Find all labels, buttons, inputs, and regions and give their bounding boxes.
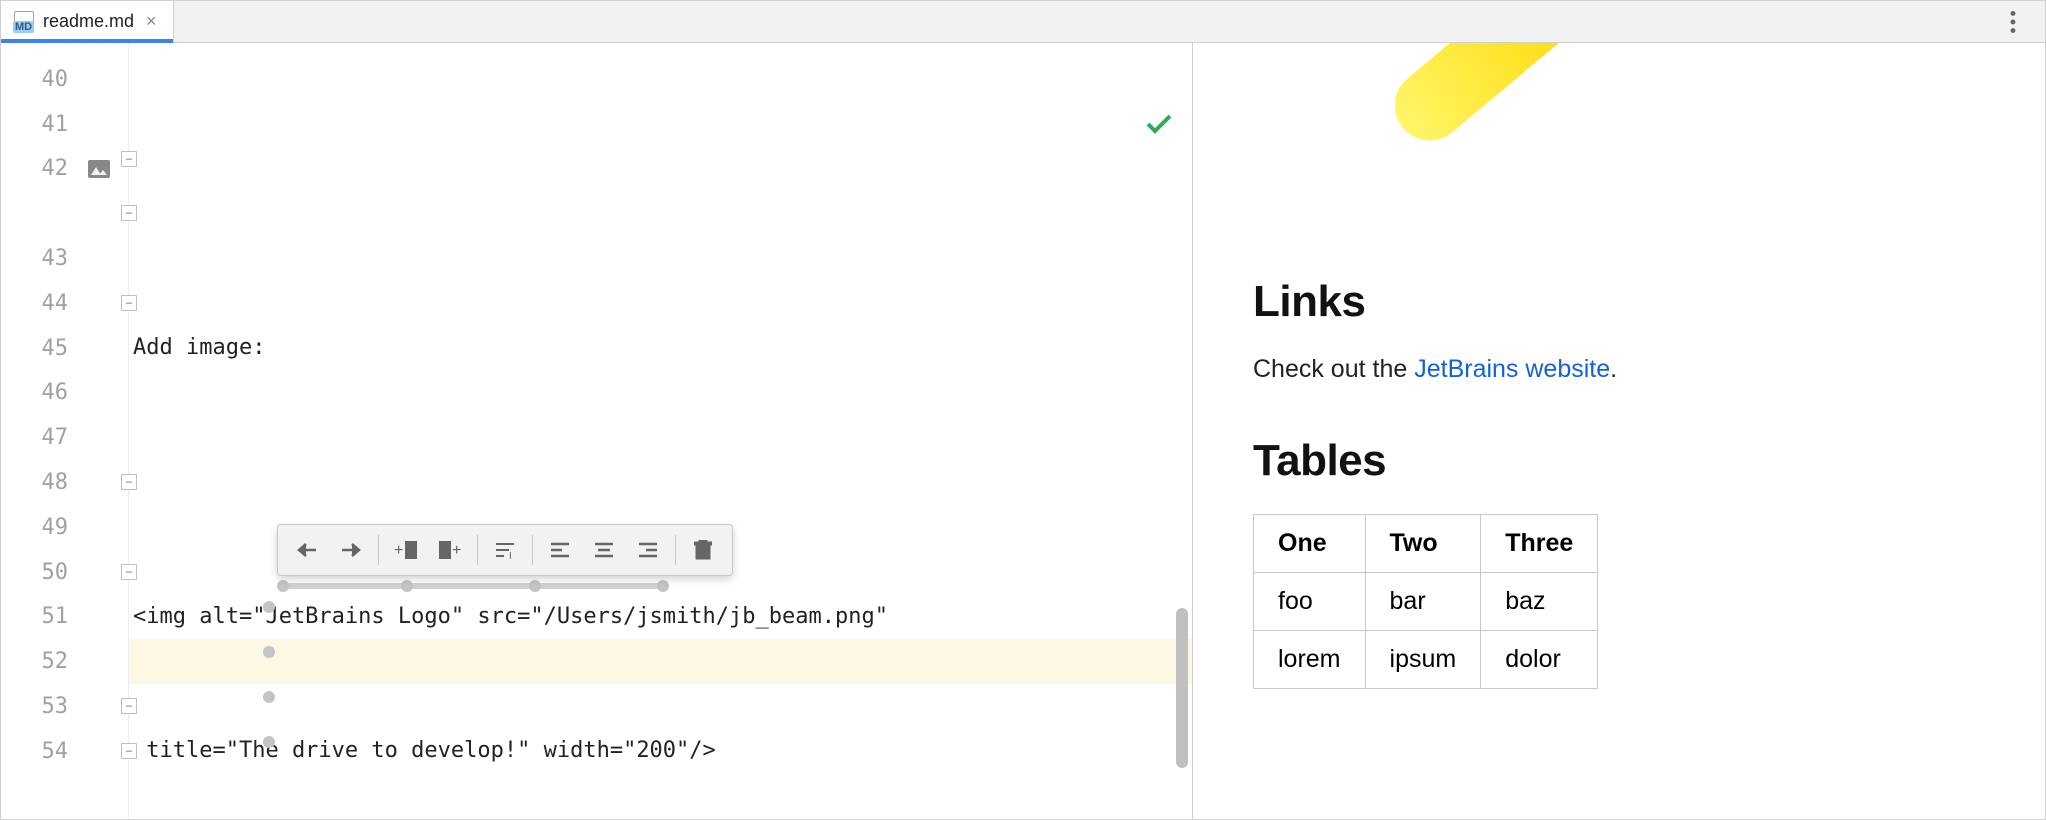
preview-heading-tables: Tables bbox=[1253, 436, 1985, 486]
table-row-grip[interactable] bbox=[263, 646, 275, 658]
align-right-button[interactable] bbox=[627, 531, 669, 569]
table-cell: lorem bbox=[1254, 631, 1366, 689]
table-row-grip[interactable] bbox=[263, 691, 275, 703]
table-column-grip[interactable] bbox=[529, 580, 541, 592]
gutter-line[interactable]: − bbox=[1, 191, 128, 236]
gutter-line[interactable]: 47 bbox=[1, 415, 128, 460]
table-row-grip[interactable] bbox=[263, 601, 275, 613]
gutter-line[interactable]: 44 − bbox=[1, 281, 128, 326]
table-column-track[interactable] bbox=[283, 583, 663, 589]
table-row: lorem ipsum dolor bbox=[1254, 631, 1598, 689]
table-header: One bbox=[1254, 515, 1366, 573]
gutter-line[interactable]: 40 bbox=[1, 57, 128, 102]
table-row-grip[interactable] bbox=[263, 736, 275, 748]
navigate-back-button[interactable] bbox=[286, 531, 328, 569]
tab-bar: MD readme.md × bbox=[1, 1, 2045, 43]
markdown-file-icon: MD bbox=[13, 11, 35, 33]
inspection-ok-icon[interactable] bbox=[1040, 61, 1172, 195]
code-line: Add image: bbox=[129, 326, 1192, 371]
delete-button[interactable] bbox=[682, 531, 724, 569]
file-tab[interactable]: MD readme.md × bbox=[1, 1, 174, 42]
svg-text:+: + bbox=[452, 542, 461, 559]
table-cell: bar bbox=[1365, 573, 1481, 631]
gutter-line[interactable]: 46 bbox=[1, 371, 128, 416]
table-column-grip[interactable] bbox=[657, 580, 669, 592]
gutter-line[interactable]: 43 bbox=[1, 236, 128, 281]
gutter-line[interactable]: 41 bbox=[1, 102, 128, 147]
gutter-line[interactable]: 51 bbox=[1, 595, 128, 640]
insert-column-before-button[interactable]: + bbox=[385, 531, 427, 569]
toolbar-separator bbox=[477, 535, 478, 565]
preview-table: One Two Three foo bar baz lorem ipsum do… bbox=[1253, 514, 1598, 689]
main-split: 40 41 42 − − 43 44 − 45 46 47 48 − 49 50 bbox=[1, 43, 2045, 819]
insert-column-after-button[interactable]: + bbox=[429, 531, 471, 569]
jetbrains-beam-image bbox=[1381, 43, 1595, 155]
image-gutter-icon[interactable] bbox=[88, 160, 110, 178]
table-column-grip[interactable] bbox=[277, 580, 289, 592]
toolbar-separator bbox=[378, 535, 379, 565]
preview-links-paragraph: Check out the JetBrains website. bbox=[1253, 355, 1985, 384]
svg-text:+: + bbox=[394, 542, 403, 559]
gutter-line[interactable]: 42 − bbox=[1, 147, 128, 192]
gutter-line[interactable]: 52 bbox=[1, 639, 128, 684]
svg-text:I: I bbox=[509, 551, 512, 559]
toolbar-separator bbox=[532, 535, 533, 565]
gutter-line[interactable]: 48 − bbox=[1, 460, 128, 505]
table-column-grip[interactable] bbox=[401, 580, 413, 592]
preview-jetbrains-link[interactable]: JetBrains website bbox=[1414, 355, 1610, 383]
navigate-forward-button[interactable] bbox=[330, 531, 372, 569]
table-cell: foo bbox=[1254, 573, 1366, 631]
table-cell: dolor bbox=[1481, 631, 1598, 689]
gutter-line[interactable]: 49 bbox=[1, 505, 128, 550]
code-area[interactable]: Add image: <img alt="JetBrains Logo" src… bbox=[129, 43, 1192, 819]
gutter-line[interactable]: 45 bbox=[1, 326, 128, 371]
preview-heading-links: Links bbox=[1253, 277, 1985, 327]
code-line bbox=[129, 460, 1192, 505]
sort-button[interactable]: I bbox=[484, 531, 526, 569]
gutter-line[interactable]: 53 − bbox=[1, 684, 128, 729]
table-resize-handles bbox=[271, 583, 377, 819]
table-cell: ipsum bbox=[1365, 631, 1481, 689]
table-header: Two bbox=[1365, 515, 1481, 573]
table-row: foo bar baz bbox=[1254, 573, 1598, 631]
align-left-button[interactable] bbox=[539, 531, 581, 569]
tab-filename: readme.md bbox=[43, 11, 134, 32]
preview-pane: Links Check out the JetBrains website. T… bbox=[1193, 43, 2045, 819]
align-center-button[interactable] bbox=[583, 531, 625, 569]
toolbar-separator bbox=[675, 535, 676, 565]
table-cell: baz bbox=[1481, 573, 1598, 631]
gutter-line[interactable]: 50 − bbox=[1, 550, 128, 595]
close-tab-button[interactable]: × bbox=[142, 11, 161, 32]
tab-options-button[interactable] bbox=[1993, 1, 2033, 42]
table-floating-toolbar: + + I bbox=[277, 524, 733, 576]
gutter: 40 41 42 − − 43 44 − 45 46 47 48 − 49 50 bbox=[1, 43, 129, 819]
editor-pane: 40 41 42 − − 43 44 − 45 46 47 48 − 49 50 bbox=[1, 43, 1193, 819]
gutter-line[interactable]: 54 − bbox=[1, 729, 128, 774]
table-header: Three bbox=[1481, 515, 1598, 573]
